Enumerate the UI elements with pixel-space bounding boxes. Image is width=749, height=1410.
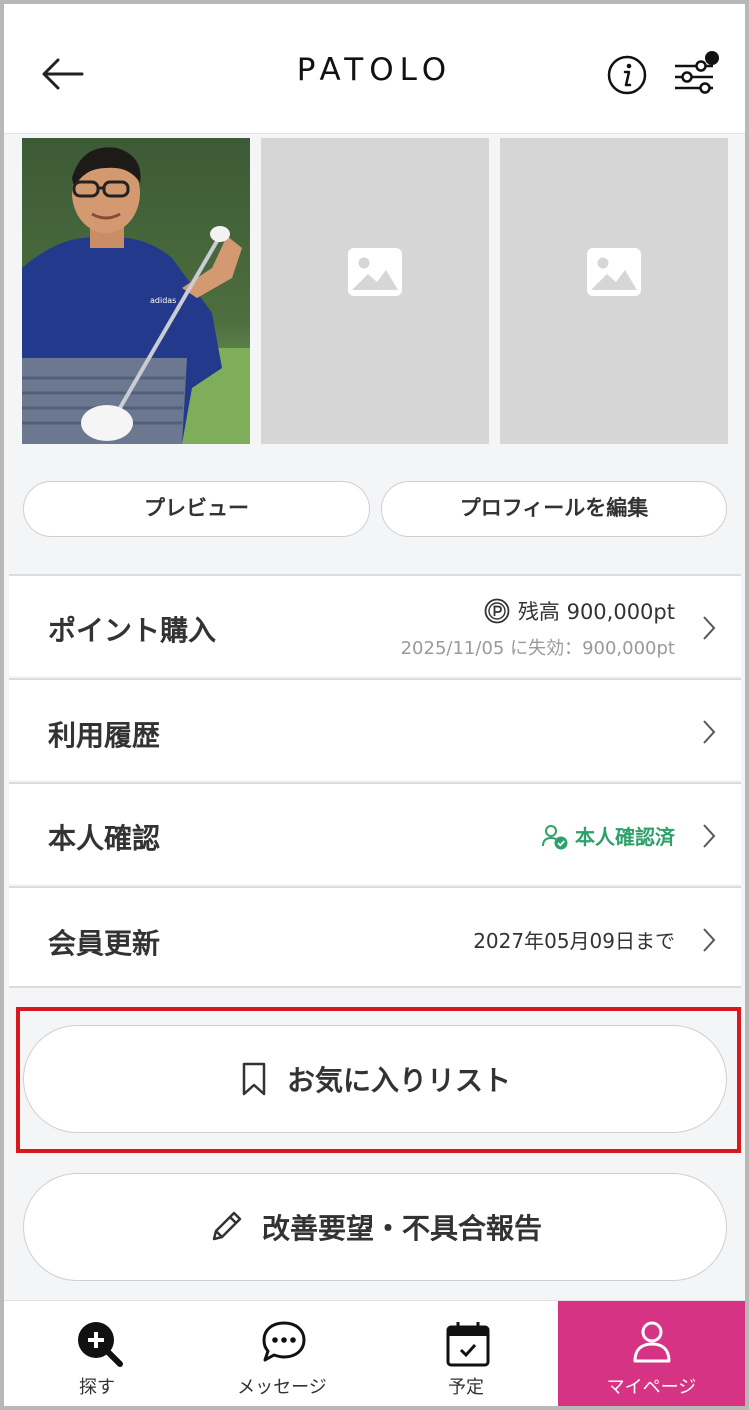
tab-label: 予定 <box>448 1377 484 1398</box>
sliders-icon <box>675 51 719 94</box>
tab-label: マイページ <box>606 1377 697 1398</box>
top-header: PATOLO <box>4 4 745 134</box>
edit-profile-button[interactable]: プロフィールを編集 <box>381 481 727 537</box>
points-expiry: 2025/11/05 に失効：900,000pt <box>400 638 675 659</box>
info-button[interactable] <box>606 54 648 96</box>
membership-label: 会員更新 <box>48 927 161 960</box>
filter-settings-button[interactable] <box>671 49 723 97</box>
menu-row-membership[interactable]: 会員更新 2027年05月09日まで <box>9 886 741 988</box>
feedback-report-button[interactable]: 改善要望・不具合報告 <box>23 1173 727 1281</box>
tab-messages[interactable]: メッセージ <box>190 1301 374 1406</box>
tab-label: メッセージ <box>237 1377 327 1398</box>
profile-photos: adidas <box>22 138 728 444</box>
menu-row-history[interactable]: 利用履歴 <box>9 678 741 780</box>
svg-text:adidas: adidas <box>150 296 176 305</box>
points-label: ポイント購入 <box>48 614 217 647</box>
chevron-right-icon <box>703 616 716 640</box>
tab-label: 探す <box>79 1377 115 1398</box>
search-plus-icon <box>78 1322 123 1367</box>
favorites-label: お気に入りリスト <box>286 1064 511 1097</box>
tab-search[interactable]: 探す <box>4 1301 190 1406</box>
profile-photo-2[interactable] <box>261 138 489 444</box>
bookmark-icon <box>242 1062 266 1096</box>
bottom-tab-bar: 探す メッセージ 予定 マイページ <box>4 1300 745 1406</box>
profile-photo-1[interactable]: adidas <box>22 138 250 444</box>
chevron-right-icon <box>703 928 716 952</box>
menu-row-identity[interactable]: 本人確認 本人確認済 <box>9 782 741 884</box>
app-frame: PATOLO adidas プレビュー プロフィールを編集 ポイント購入 残高 … <box>0 0 749 1410</box>
identity-status: 本人確認済 <box>541 821 675 850</box>
preview-button[interactable]: プレビュー <box>23 481 370 537</box>
points-balance: 残高 900,000pt <box>484 596 675 626</box>
tab-mypage[interactable]: マイページ <box>558 1301 745 1406</box>
calendar-check-icon <box>446 1322 490 1367</box>
favorites-list-button[interactable]: お気に入りリスト <box>23 1025 727 1133</box>
tab-schedule[interactable]: 予定 <box>374 1301 558 1406</box>
chevron-right-icon <box>703 720 716 744</box>
info-icon <box>607 55 647 95</box>
pencil-icon <box>212 1211 242 1241</box>
user-icon <box>633 1321 671 1363</box>
chat-bubble-icon <box>262 1321 306 1362</box>
menu-row-points[interactable]: ポイント購入 残高 900,000pt 2025/11/05 に失効：900,0… <box>9 574 741 676</box>
point-coin-icon <box>484 598 510 624</box>
image-placeholder-icon <box>587 248 641 296</box>
identity-status-text: 本人確認済 <box>575 825 675 849</box>
golfer-photo: adidas <box>22 138 250 444</box>
identity-label: 本人確認 <box>48 822 161 855</box>
user-verified-icon <box>542 825 568 850</box>
image-placeholder-icon <box>348 248 402 296</box>
history-label: 利用履歴 <box>48 719 161 752</box>
points-balance-text: 残高 900,000pt <box>517 600 675 624</box>
chevron-right-icon <box>703 824 716 848</box>
membership-until: 2027年05月09日まで <box>473 929 675 953</box>
report-label: 改善要望・不具合報告 <box>261 1212 542 1245</box>
profile-photo-3[interactable] <box>500 138 728 444</box>
